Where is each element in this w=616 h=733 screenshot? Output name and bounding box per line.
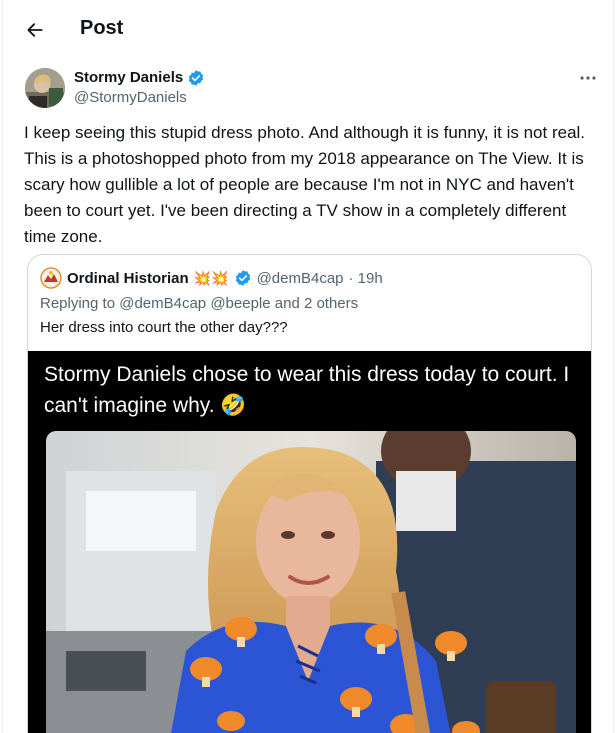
- verified-badge-icon: [235, 270, 250, 286]
- back-button[interactable]: [21, 16, 49, 44]
- media-photo[interactable]: [46, 431, 576, 733]
- quoted-avatar[interactable]: [40, 267, 62, 289]
- avatar[interactable]: [25, 68, 65, 108]
- media-caption: Stormy Daniels chose to wear this dress …: [44, 363, 570, 417]
- quoted-post-header: Ordinal Historian 💥💥 @demB4cap · 19h: [40, 267, 383, 289]
- quoted-media[interactable]: Stormy Daniels chose to wear this dress …: [28, 351, 591, 733]
- replying-to: Replying to @demB4cap @beeple and 2 othe…: [40, 295, 359, 312]
- author-name[interactable]: Stormy Daniels: [74, 69, 183, 86]
- quoted-post[interactable]: Ordinal Historian 💥💥 @demB4cap · 19h Rep…: [27, 254, 592, 733]
- author-handle[interactable]: @StormyDaniels: [74, 89, 205, 106]
- quoted-author-name[interactable]: Ordinal Historian: [67, 270, 189, 287]
- more-button[interactable]: [577, 68, 599, 88]
- verified-badge-icon: [189, 69, 204, 86]
- quoted-post-text: Her dress into court the other day???: [40, 319, 288, 336]
- post-page: Post Stormy Daniels @StormyDaniels I kee…: [2, 0, 614, 733]
- quoted-author-handle[interactable]: @demB4cap: [257, 270, 344, 287]
- top-bar: Post: [3, 0, 615, 60]
- quoted-author-emoji: 💥💥: [193, 270, 229, 286]
- more-icon: [580, 76, 596, 80]
- arrow-left-icon: [27, 23, 43, 37]
- post-text: I keep seeing this stupid dress photo. A…: [24, 123, 586, 246]
- author-info: Stormy Daniels @StormyDaniels: [74, 68, 205, 106]
- page-title: Post: [80, 17, 124, 39]
- quoted-post-time[interactable]: · 19h: [349, 270, 383, 287]
